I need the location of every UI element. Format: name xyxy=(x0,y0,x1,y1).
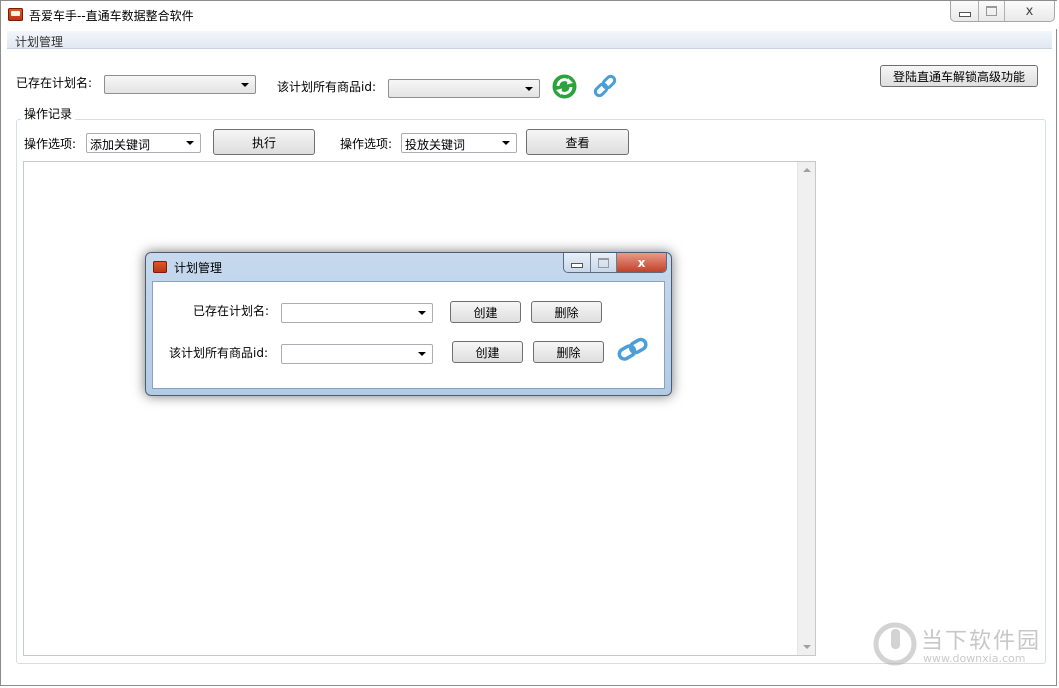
caption-buttons: x xyxy=(950,1,1055,22)
minimize-button[interactable] xyxy=(951,1,979,21)
minimize-icon xyxy=(958,11,971,17)
dialog-minimize-button[interactable] xyxy=(564,253,591,272)
chevron-down-icon xyxy=(502,141,510,145)
maximize-icon xyxy=(986,6,997,16)
watermark-text: 当下软件园 xyxy=(921,629,1042,654)
close-icon: x xyxy=(1025,3,1034,19)
link-icon[interactable] xyxy=(591,72,619,100)
close-button[interactable]: x xyxy=(1005,1,1054,21)
dialog-plan-name-label: 已存在计划名: xyxy=(193,304,270,318)
watermark: 当下软件园 www.downxia.com xyxy=(873,621,1043,671)
chevron-down-icon xyxy=(241,82,249,87)
plan-management-dialog: 计划管理 x 已存在计划名: 创建 删除 该计划所有商品id: 创建 删除 xyxy=(145,252,672,396)
dialog-create-button-1[interactable]: 创建 xyxy=(450,301,521,323)
link-icon[interactable] xyxy=(616,334,650,364)
dialog-title: 计划管理 xyxy=(174,261,223,275)
dialog-app-icon xyxy=(153,261,167,273)
window-title: 吾爱车手--直通车数据整合软件 xyxy=(29,9,194,23)
chevron-down-icon xyxy=(525,86,533,91)
operation-option-value-1: 添加关键词 xyxy=(90,138,151,152)
product-id-label: 该计划所有商品id: xyxy=(277,80,376,94)
operation-option-label-1: 操作选项: xyxy=(24,137,77,151)
watermark-url: www.downxia.com xyxy=(923,652,1026,665)
menu-bar: 计划管理 xyxy=(7,31,1052,49)
close-icon: x xyxy=(637,255,646,270)
main-window: 吾爱车手--直通车数据整合软件 x 计划管理 已存在计划名: 该计划所有商品id… xyxy=(0,0,1058,686)
dialog-delete-button-1[interactable]: 删除 xyxy=(531,301,602,323)
chevron-down-icon xyxy=(418,311,426,315)
operation-option-label-2: 操作选项: xyxy=(340,137,393,151)
plan-name-label: 已存在计划名: xyxy=(16,76,93,90)
dialog-caption-buttons: x xyxy=(563,253,667,273)
dialog-delete-button-2[interactable]: 删除 xyxy=(533,341,604,363)
maximize-button[interactable] xyxy=(979,1,1005,21)
plan-name-select[interactable] xyxy=(104,75,256,94)
dialog-content: 已存在计划名: 创建 删除 该计划所有商品id: 创建 删除 xyxy=(152,281,665,389)
scroll-up-icon[interactable] xyxy=(803,168,811,172)
chevron-down-icon xyxy=(186,141,194,145)
view-button[interactable]: 查看 xyxy=(526,129,629,155)
refresh-icon[interactable] xyxy=(551,73,578,100)
dialog-product-id-label: 该计划所有商品id: xyxy=(169,346,268,360)
operation-log-textarea[interactable] xyxy=(23,161,816,656)
dialog-maximize-button[interactable] xyxy=(591,253,617,272)
minimize-icon xyxy=(571,262,583,268)
dialog-plan-name-select[interactable] xyxy=(281,303,433,323)
unlock-advanced-button[interactable]: 登陆直通车解锁高级功能 xyxy=(880,65,1038,87)
operation-option-select-1[interactable]: 添加关键词 xyxy=(86,133,201,153)
execute-button[interactable]: 执行 xyxy=(213,129,315,155)
operation-option-select-2[interactable]: 投放关键词 xyxy=(401,133,517,153)
dialog-product-id-select[interactable] xyxy=(281,344,433,364)
menu-item-plan-management[interactable]: 计划管理 xyxy=(15,33,63,50)
chevron-down-icon xyxy=(418,352,426,356)
app-icon xyxy=(8,8,23,21)
dialog-close-button[interactable]: x xyxy=(617,253,666,272)
dialog-create-button-2[interactable]: 创建 xyxy=(452,341,523,363)
maximize-icon xyxy=(598,257,609,268)
title-bar: 吾爱车手--直通车数据整合软件 x xyxy=(1,1,1058,29)
watermark-logo-icon xyxy=(873,621,917,670)
vertical-scrollbar[interactable] xyxy=(797,162,815,655)
operation-option-value-2: 投放关键词 xyxy=(405,138,466,152)
scroll-down-icon[interactable] xyxy=(803,645,811,649)
product-id-select[interactable] xyxy=(388,79,540,98)
operation-log-title: 操作记录 xyxy=(21,105,76,122)
